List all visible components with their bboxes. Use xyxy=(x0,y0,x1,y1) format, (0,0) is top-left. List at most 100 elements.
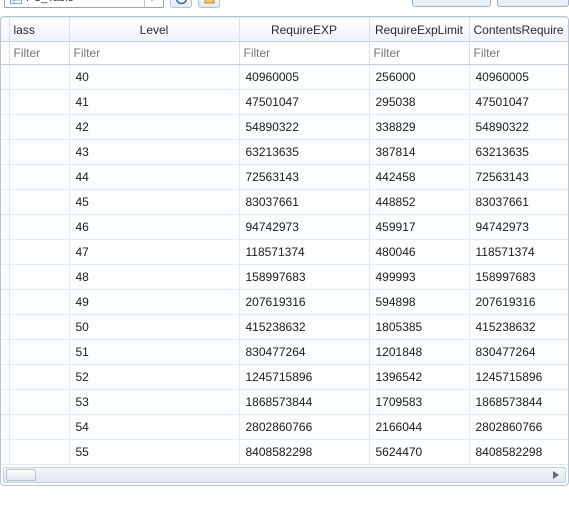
table-row[interactable]: 55840858229856244708408582298 xyxy=(1,440,569,465)
column-header-level[interactable]: Level xyxy=(69,18,239,42)
cell-contentsrequire[interactable]: 415238632 xyxy=(469,315,569,340)
cell-level[interactable]: 45 xyxy=(69,190,239,215)
filter-input-level[interactable] xyxy=(74,44,235,62)
new-record-button[interactable]: New Record xyxy=(412,0,491,7)
cell-requireexplimit[interactable]: 295038 xyxy=(369,90,469,115)
cell-requireexp[interactable]: 94742973 xyxy=(239,215,369,240)
table-row[interactable]: 518304772641201848830477264 xyxy=(1,340,569,365)
cell-requireexp[interactable]: 2802860766 xyxy=(239,415,369,440)
table-row[interactable]: 54280286076621660442802860766 xyxy=(1,415,569,440)
table-row[interactable]: 47118571374480046118571374 xyxy=(1,240,569,265)
filter-input-class[interactable] xyxy=(14,44,65,62)
cell-requireexp[interactable]: 72563143 xyxy=(239,165,369,190)
column-header-rowhead[interactable] xyxy=(1,18,9,42)
cell-contentsrequire[interactable]: 207619316 xyxy=(469,290,569,315)
cell-class[interactable] xyxy=(9,190,69,215)
filter-input-contentsrequire[interactable] xyxy=(474,44,565,62)
cell-requireexplimit[interactable]: 338829 xyxy=(369,115,469,140)
cell-class[interactable] xyxy=(9,90,69,115)
cell-requireexp[interactable]: 40960005 xyxy=(239,65,369,90)
cell-level[interactable]: 52 xyxy=(69,365,239,390)
cell-requireexp[interactable]: 118571374 xyxy=(239,240,369,265)
cell-class[interactable] xyxy=(9,415,69,440)
cell-class[interactable] xyxy=(9,140,69,165)
scroll-right-icon[interactable] xyxy=(548,468,564,482)
cell-requireexplimit[interactable]: 1805385 xyxy=(369,315,469,340)
filter-input-requireexplimit[interactable] xyxy=(374,44,465,62)
cell-class[interactable] xyxy=(9,365,69,390)
cell-contentsrequire[interactable]: 94742973 xyxy=(469,215,569,240)
column-header-requireexplimit[interactable]: RequireExpLimit xyxy=(369,18,469,42)
cell-class[interactable] xyxy=(9,65,69,90)
cell-requireexplimit[interactable]: 256000 xyxy=(369,65,469,90)
cell-contentsrequire[interactable]: 40960005 xyxy=(469,65,569,90)
table-row[interactable]: 436321363538781463213635 xyxy=(1,140,569,165)
cell-class[interactable] xyxy=(9,290,69,315)
filter-input-requireexp[interactable] xyxy=(244,44,365,62)
cell-class[interactable] xyxy=(9,265,69,290)
refresh-button[interactable] xyxy=(170,0,192,8)
cell-level[interactable]: 53 xyxy=(69,390,239,415)
table-row[interactable]: 49207619316594898207619316 xyxy=(1,290,569,315)
cell-contentsrequire[interactable]: 83037661 xyxy=(469,190,569,215)
cell-requireexp[interactable]: 47501047 xyxy=(239,90,369,115)
cell-level[interactable]: 47 xyxy=(69,240,239,265)
cell-level[interactable]: 40 xyxy=(69,65,239,90)
cell-requireexplimit[interactable]: 499993 xyxy=(369,265,469,290)
cell-contentsrequire[interactable]: 54890322 xyxy=(469,115,569,140)
cell-class[interactable] xyxy=(9,115,69,140)
cell-class[interactable] xyxy=(9,390,69,415)
cell-requireexp[interactable]: 63213635 xyxy=(239,140,369,165)
scrollbar-thumb[interactable] xyxy=(6,469,36,481)
table-row[interactable]: 504152386321805385415238632 xyxy=(1,315,569,340)
cell-level[interactable]: 46 xyxy=(69,215,239,240)
column-header-class[interactable]: lass xyxy=(9,18,69,42)
cell-class[interactable] xyxy=(9,440,69,465)
table-row[interactable]: 458303766144885283037661 xyxy=(1,190,569,215)
cell-requireexp[interactable]: 54890322 xyxy=(239,115,369,140)
horizontal-scrollbar[interactable] xyxy=(3,467,566,483)
delete-record-button[interactable]: Delete Rec xyxy=(497,0,569,7)
cell-contentsrequire[interactable]: 158997683 xyxy=(469,265,569,290)
column-header-requireexp[interactable]: RequireEXP xyxy=(239,18,369,42)
cell-requireexplimit[interactable]: 594898 xyxy=(369,290,469,315)
cell-requireexp[interactable]: 83037661 xyxy=(239,190,369,215)
cell-level[interactable]: 43 xyxy=(69,140,239,165)
table-row[interactable]: 469474297345991794742973 xyxy=(1,215,569,240)
cell-requireexplimit[interactable]: 480046 xyxy=(369,240,469,265)
cell-class[interactable] xyxy=(9,165,69,190)
cell-contentsrequire[interactable]: 8408582298 xyxy=(469,440,569,465)
cell-contentsrequire[interactable]: 1245715896 xyxy=(469,365,569,390)
cell-requireexplimit[interactable]: 387814 xyxy=(369,140,469,165)
cell-class[interactable] xyxy=(9,215,69,240)
table-row[interactable]: 425489032233882954890322 xyxy=(1,115,569,140)
cell-requireexplimit[interactable]: 5624470 xyxy=(369,440,469,465)
cell-requireexplimit[interactable]: 1396542 xyxy=(369,365,469,390)
table-row[interactable]: 414750104729503847501047 xyxy=(1,90,569,115)
table-row[interactable]: 52124571589613965421245715896 xyxy=(1,365,569,390)
table-row[interactable]: 53186857384417095831868573844 xyxy=(1,390,569,415)
cell-requireexplimit[interactable]: 2166044 xyxy=(369,415,469,440)
cell-contentsrequire[interactable]: 63213635 xyxy=(469,140,569,165)
cell-contentsrequire[interactable]: 118571374 xyxy=(469,240,569,265)
table-row[interactable]: 404096000525600040960005 xyxy=(1,65,569,90)
cell-requireexp[interactable]: 830477264 xyxy=(239,340,369,365)
cell-level[interactable]: 55 xyxy=(69,440,239,465)
cell-requireexp[interactable]: 8408582298 xyxy=(239,440,369,465)
cell-contentsrequire[interactable]: 72563143 xyxy=(469,165,569,190)
cell-class[interactable] xyxy=(9,240,69,265)
cell-contentsrequire[interactable]: 1868573844 xyxy=(469,390,569,415)
cell-level[interactable]: 48 xyxy=(69,265,239,290)
cell-requireexp[interactable]: 207619316 xyxy=(239,290,369,315)
export-button[interactable] xyxy=(198,0,220,8)
cell-contentsrequire[interactable]: 830477264 xyxy=(469,340,569,365)
cell-level[interactable]: 44 xyxy=(69,165,239,190)
cell-requireexp[interactable]: 158997683 xyxy=(239,265,369,290)
table-row[interactable]: 447256314344245872563143 xyxy=(1,165,569,190)
cell-requireexplimit[interactable]: 1709583 xyxy=(369,390,469,415)
cell-level[interactable]: 51 xyxy=(69,340,239,365)
column-header-contentsrequire[interactable]: ContentsRequire xyxy=(469,18,569,42)
cell-level[interactable]: 41 xyxy=(69,90,239,115)
cell-contentsrequire[interactable]: 47501047 xyxy=(469,90,569,115)
cell-class[interactable] xyxy=(9,340,69,365)
